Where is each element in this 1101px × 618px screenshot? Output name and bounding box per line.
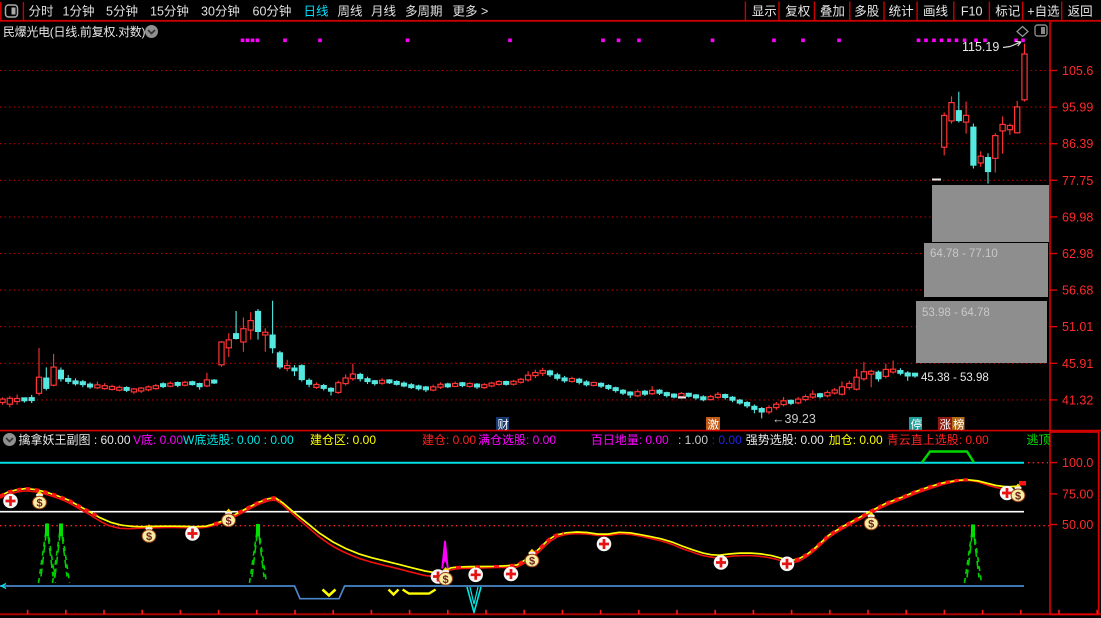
- svg-text:日线: 日线: [304, 5, 330, 19]
- svg-text:: 1.00: : 1.00: [678, 433, 708, 447]
- svg-text:115.19: 115.19: [962, 40, 999, 54]
- svg-text:100.0: 100.0: [1062, 456, 1093, 470]
- svg-text:41.32: 41.32: [1062, 393, 1093, 407]
- svg-text:45.38 - 53.98: 45.38 - 53.98: [921, 372, 989, 384]
- svg-text:百日地量: 0.00: 百日地量: 0.00: [591, 433, 669, 447]
- svg-text:5分钟: 5分钟: [106, 4, 138, 19]
- svg-text:56.68: 56.68: [1062, 284, 1093, 298]
- svg-text:64.78 - 77.10: 64.78 - 77.10: [930, 248, 998, 260]
- svg-text:51.01: 51.01: [1062, 320, 1093, 334]
- svg-text:$: $: [146, 531, 152, 543]
- svg-text:返回: 返回: [1068, 5, 1093, 19]
- svg-text:15分钟: 15分钟: [150, 4, 189, 19]
- svg-text:逃顶: 逃顶: [1027, 433, 1051, 447]
- svg-text:财: 财: [498, 418, 510, 432]
- svg-text:77.75: 77.75: [1062, 174, 1093, 188]
- svg-text:45.91: 45.91: [1062, 357, 1093, 371]
- svg-text:榜: 榜: [953, 418, 965, 432]
- svg-text:强势选股: 0.00: 强势选股: 0.00: [746, 433, 824, 447]
- svg-text:画线: 画线: [923, 5, 949, 19]
- svg-text:青云直上选股: 0.00: 青云直上选股: 0.00: [887, 433, 989, 447]
- svg-text:分时: 分时: [29, 5, 55, 19]
- svg-text:30分钟: 30分钟: [201, 4, 240, 19]
- svg-text:60分钟: 60分钟: [253, 4, 292, 19]
- svg-text:$: $: [1015, 491, 1021, 503]
- svg-text:建仓区: 0.00: 建仓区: 0.00: [310, 433, 376, 447]
- svg-text:53.98 - 64.78: 53.98 - 64.78: [922, 307, 990, 319]
- svg-text:建仓: 0.00: 建仓: 0.00: [422, 433, 476, 447]
- svg-text:统计: 统计: [889, 5, 914, 19]
- svg-text:: 0.00: : 0.00: [712, 433, 742, 447]
- svg-text:停: 停: [911, 418, 923, 432]
- svg-text:1分钟: 1分钟: [63, 4, 95, 19]
- svg-text:显示: 显示: [752, 5, 777, 19]
- svg-text:激: 激: [708, 418, 720, 432]
- svg-text:$: $: [868, 519, 874, 531]
- svg-text:95.99: 95.99: [1062, 101, 1093, 115]
- svg-text:满仓选股: 0.00: 满仓选股: 0.00: [478, 433, 556, 447]
- svg-text:50.00: 50.00: [1062, 518, 1093, 532]
- svg-text:+自选: +自选: [1027, 5, 1060, 19]
- svg-text:W底选股: 0.00 : 0.00: W底选股: 0.00 : 0.00: [183, 432, 294, 447]
- svg-text:更多 >: 更多 >: [453, 5, 489, 19]
- svg-text:擒拿妖王副图 : 60.00: 擒拿妖王副图 : 60.00: [19, 432, 131, 447]
- svg-text:涨: 涨: [940, 419, 952, 432]
- svg-text:月线: 月线: [371, 5, 397, 19]
- svg-text:69.98: 69.98: [1062, 210, 1093, 224]
- svg-text:周线: 周线: [338, 5, 364, 19]
- svg-text:复权: 复权: [785, 4, 811, 19]
- svg-text:民爆光电(日线.前复权.对数): 民爆光电(日线.前复权.对数): [3, 24, 145, 39]
- svg-text:$: $: [226, 516, 232, 528]
- svg-text:$: $: [443, 574, 449, 586]
- svg-text:V底: 0.00: V底: 0.00: [133, 432, 183, 447]
- svg-text:75.00: 75.00: [1062, 487, 1093, 501]
- svg-text:$: $: [36, 498, 42, 510]
- svg-text:叠加: 叠加: [820, 5, 845, 19]
- svg-text:标记: 标记: [995, 5, 1021, 19]
- svg-text:多周期: 多周期: [405, 5, 443, 19]
- svg-text:←39.23: ←39.23: [772, 412, 816, 426]
- svg-text:105.6: 105.6: [1062, 64, 1093, 78]
- svg-text:$: $: [529, 556, 535, 568]
- svg-text:F10: F10: [961, 5, 983, 19]
- svg-text:加仓: 0.00: 加仓: 0.00: [829, 433, 883, 447]
- svg-text:多股: 多股: [854, 5, 880, 19]
- svg-text:62.98: 62.98: [1062, 247, 1093, 261]
- svg-text:86.39: 86.39: [1062, 137, 1093, 151]
